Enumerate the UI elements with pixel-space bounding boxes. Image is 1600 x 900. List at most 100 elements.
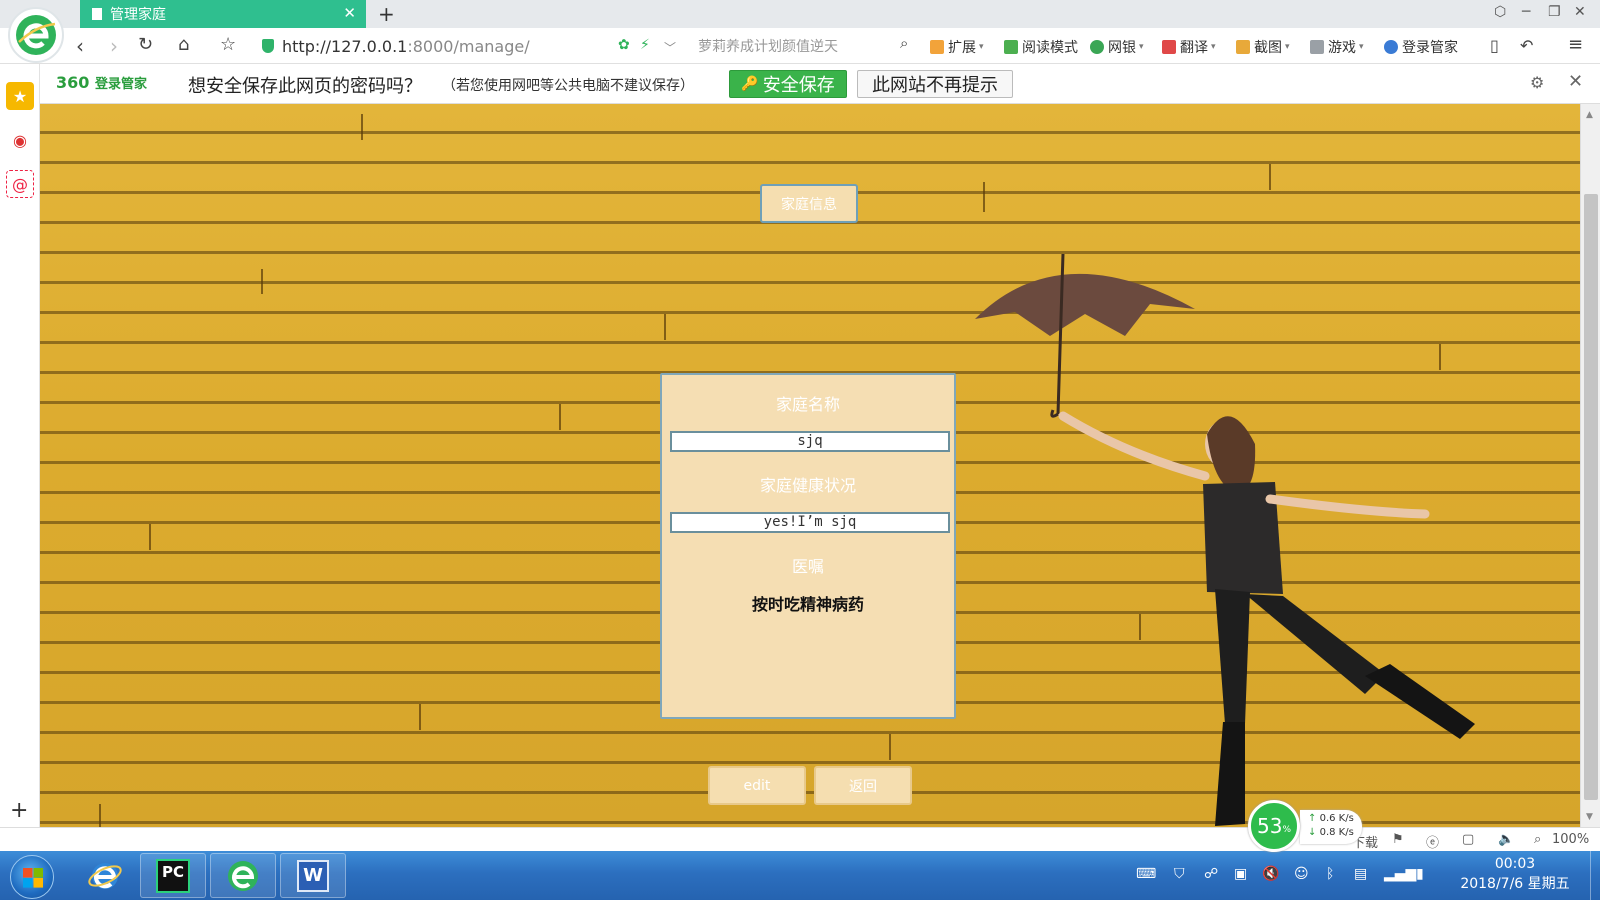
reading-mode-label: 阅读模式 (1022, 40, 1078, 56)
weibo-icon[interactable]: ◉ (6, 126, 34, 154)
left-sidebar: ★ ◉ @ + (0, 64, 40, 827)
minimize-icon[interactable]: ─ (1522, 4, 1530, 20)
forward-icon[interactable]: › (110, 34, 118, 58)
browser-logo[interactable] (8, 7, 64, 63)
security-shield-icon[interactable]: ⛉ (1174, 866, 1185, 882)
skin-icon[interactable]: ⬡ (1494, 4, 1506, 20)
show-desktop-button[interactable] (1590, 851, 1600, 900)
network-tray-icon[interactable]: ☍ (1204, 866, 1218, 882)
edit-button[interactable]: edit (708, 766, 806, 805)
key-icon: 🔑 (741, 76, 759, 92)
upload-speed: 0.6 K/s (1319, 813, 1354, 824)
usb-icon[interactable]: ▣ (1234, 866, 1247, 882)
new-tab-button[interactable]: + (378, 2, 395, 26)
signal-bars-icon[interactable]: ▂▄▆ (1384, 866, 1416, 882)
360-browser-taskbar-icon (228, 860, 258, 891)
undo-icon[interactable]: ↶ (1520, 36, 1533, 55)
taskbar-pycharm[interactable]: PC (140, 853, 206, 898)
tab-manage-family[interactable]: 管理家庭 ✕ (80, 0, 366, 28)
scroll-up-icon[interactable]: ▲ (1586, 110, 1593, 120)
translate-button[interactable]: 翻译 ▾ (1162, 37, 1216, 57)
login-manager-brand: 360 登录管家 (56, 73, 147, 92)
home-icon[interactable]: ⌂ (178, 34, 189, 55)
address-bar[interactable]: http://127.0.0.1 :8000/manage/ (262, 33, 672, 59)
taskbar-360-browser[interactable] (210, 853, 276, 898)
download-speed: 0.8 K/s (1319, 827, 1354, 838)
favorite-star-icon[interactable]: ☆ (220, 34, 236, 55)
word-icon: W (297, 859, 329, 892)
favorites-star-icon[interactable]: ★ (6, 82, 34, 110)
mail-at-icon[interactable]: @ (6, 170, 34, 198)
gear-icon[interactable]: ⚙ (1530, 73, 1544, 92)
save-password-question: 想安全保存此网页的密码吗？ (188, 76, 422, 97)
network-speed-ball[interactable]: 53% (1248, 800, 1300, 852)
sound-icon[interactable]: 🔈 (1498, 832, 1514, 847)
keyboard-icon[interactable]: ⌨ (1136, 866, 1156, 882)
ie-mode-icon[interactable]: ⓔ (1426, 832, 1439, 851)
back-button[interactable]: 返回 (814, 766, 912, 805)
page-viewport: 家庭信息 家庭名称 sjq 家庭健康状况 yes!I’m sjq 医嘱 按时吃精… (40, 104, 1580, 827)
dropdown-icon[interactable]: ﹀ (664, 39, 676, 56)
add-sidebar-icon[interactable]: + (10, 798, 28, 823)
flag-icon[interactable]: ⚑ (1392, 832, 1404, 847)
pycharm-icon: PC (156, 858, 190, 893)
health-field[interactable]: yes!I’m sjq (670, 512, 950, 533)
login-manager-button[interactable]: 登录管家 (1384, 37, 1458, 57)
family-name-field[interactable]: sjq (670, 431, 950, 452)
network-speed-panel: ↑ 0.6 K/s ↓ 0.8 K/s (1300, 810, 1362, 844)
safe-save-button[interactable]: 🔑 安全保存 (729, 70, 847, 98)
translate-icon (1162, 40, 1176, 54)
family-card: 家庭名称 sjq 家庭健康状况 yes!I’m sjq 医嘱 按时吃精神病药 (660, 373, 956, 719)
search-icon[interactable]: ⌕ (900, 34, 908, 52)
zoom-level[interactable]: 100% (1552, 832, 1589, 847)
close-window-icon[interactable]: ✕ (1574, 4, 1586, 20)
speaker-muted-icon[interactable]: 🔇 (1262, 866, 1279, 882)
vertical-scrollbar[interactable]: ▲ ▼ (1580, 104, 1600, 827)
netbank-label: 网银 (1108, 40, 1136, 56)
never-prompt-button[interactable]: 此网站不再提示 (857, 70, 1013, 98)
screenshot-button[interactable]: 截图 ▾ (1236, 37, 1290, 57)
back-icon[interactable]: ‹ (76, 34, 84, 58)
clock-time: 00:03 (1494, 856, 1536, 872)
key-icon (1384, 40, 1398, 54)
window-icon[interactable]: ▢ (1462, 832, 1474, 847)
start-button[interactable] (10, 855, 54, 899)
menu-icon[interactable]: ≡ (1568, 34, 1583, 55)
safe-save-label: 安全保存 (762, 75, 835, 96)
clock-date: 2018/7/6 星期五 (1460, 876, 1570, 892)
tablet-icon[interactable]: ▯ (1490, 36, 1499, 55)
tab-close-icon[interactable]: ✕ (343, 4, 356, 22)
reading-mode-button[interactable]: 阅读模式 (1004, 37, 1078, 57)
taskbar-word[interactable]: W (280, 853, 346, 898)
family-info-button[interactable]: 家庭信息 (760, 184, 858, 223)
speedup-icon[interactable]: ✿ (618, 37, 630, 53)
translate-label: 翻译 (1180, 40, 1208, 56)
refresh-icon[interactable]: ↻ (138, 34, 153, 55)
public-pc-note: （若您使用网吧等公共电脑不建议保存） (442, 78, 694, 94)
zoom-icon[interactable]: ⌕ (1534, 832, 1541, 847)
scroll-down-icon[interactable]: ▼ (1586, 812, 1593, 822)
system-clock[interactable]: 00:03 2018/7/6 星期五 (1450, 854, 1580, 894)
book-icon (1004, 40, 1018, 54)
login-manager-label: 登录管家 (1402, 40, 1458, 56)
maximize-icon[interactable]: ❐ (1548, 4, 1561, 20)
address-toolbar: ‹ › ↻ ⌂ ☆ http://127.0.0.1 :8000/manage/… (0, 28, 1600, 64)
bluetooth-icon[interactable]: ᛒ (1326, 866, 1334, 882)
tab-bar: 管理家庭 ✕ + ⬡ ─ ❐ ✕ (0, 0, 1600, 28)
search-input[interactable]: 萝莉养成计划颜值逆天 (698, 36, 908, 56)
password-save-bar: 360 登录管家 想安全保存此网页的密码吗？ （若您使用网吧等公共电脑不建议保存… (40, 64, 1600, 104)
lightning-icon[interactable]: ⚡ (640, 37, 650, 53)
taskbar-ie[interactable] (72, 853, 138, 898)
games-label: 游戏 (1328, 40, 1356, 56)
scrollbar-thumb[interactable] (1584, 194, 1598, 800)
battery-icon[interactable]: ▮ (1416, 866, 1424, 882)
games-button[interactable]: 游戏 ▾ (1310, 37, 1364, 57)
extensions-button[interactable]: 扩展 ▾ (930, 37, 984, 57)
document-icon (92, 8, 102, 20)
qq-icon[interactable]: ☺ (1294, 866, 1309, 882)
close-icon[interactable]: ✕ (1568, 71, 1583, 92)
network-percent: 53 (1256, 814, 1283, 838)
netbank-button[interactable]: 网银 ▾ (1090, 37, 1144, 57)
display-icon[interactable]: ▤ (1354, 866, 1367, 882)
url-host: http://127.0.0.1 (282, 36, 408, 56)
